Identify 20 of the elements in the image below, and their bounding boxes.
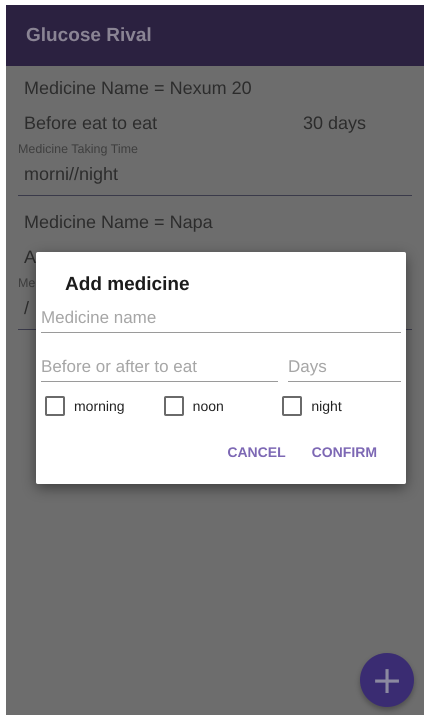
medicine-name: Medicine Name = Nexum 20 — [23, 78, 252, 99]
eating-timing: A — [23, 247, 36, 268]
add-button[interactable]: + — [360, 653, 414, 707]
checkbox-option[interactable]: night — [282, 396, 402, 416]
eating-timing: Before eat to eat — [23, 113, 158, 134]
days-field[interactable]: Days — [288, 353, 401, 382]
checkbox-option[interactable]: noon — [164, 396, 282, 416]
dialog-title: Add medicine — [64, 274, 191, 296]
taking-time-field[interactable]: morni//night — [18, 156, 412, 196]
cancel-button[interactable]: CANCEL — [221, 438, 292, 466]
checkbox[interactable] — [45, 396, 65, 416]
checkbox-option[interactable]: morning — [45, 396, 164, 416]
checkbox[interactable] — [164, 396, 184, 416]
checkbox[interactable] — [282, 396, 302, 416]
medicine-name: Medicine Name = Napa — [23, 212, 213, 233]
days-count: 30 days — [302, 113, 366, 134]
confirm-button[interactable]: CONFIRM — [306, 438, 383, 466]
app-title: Glucose Rival — [26, 24, 152, 46]
timing-field[interactable]: Before or after to eat — [41, 353, 278, 382]
medicine-name-field[interactable]: Medicine name — [41, 304, 401, 333]
